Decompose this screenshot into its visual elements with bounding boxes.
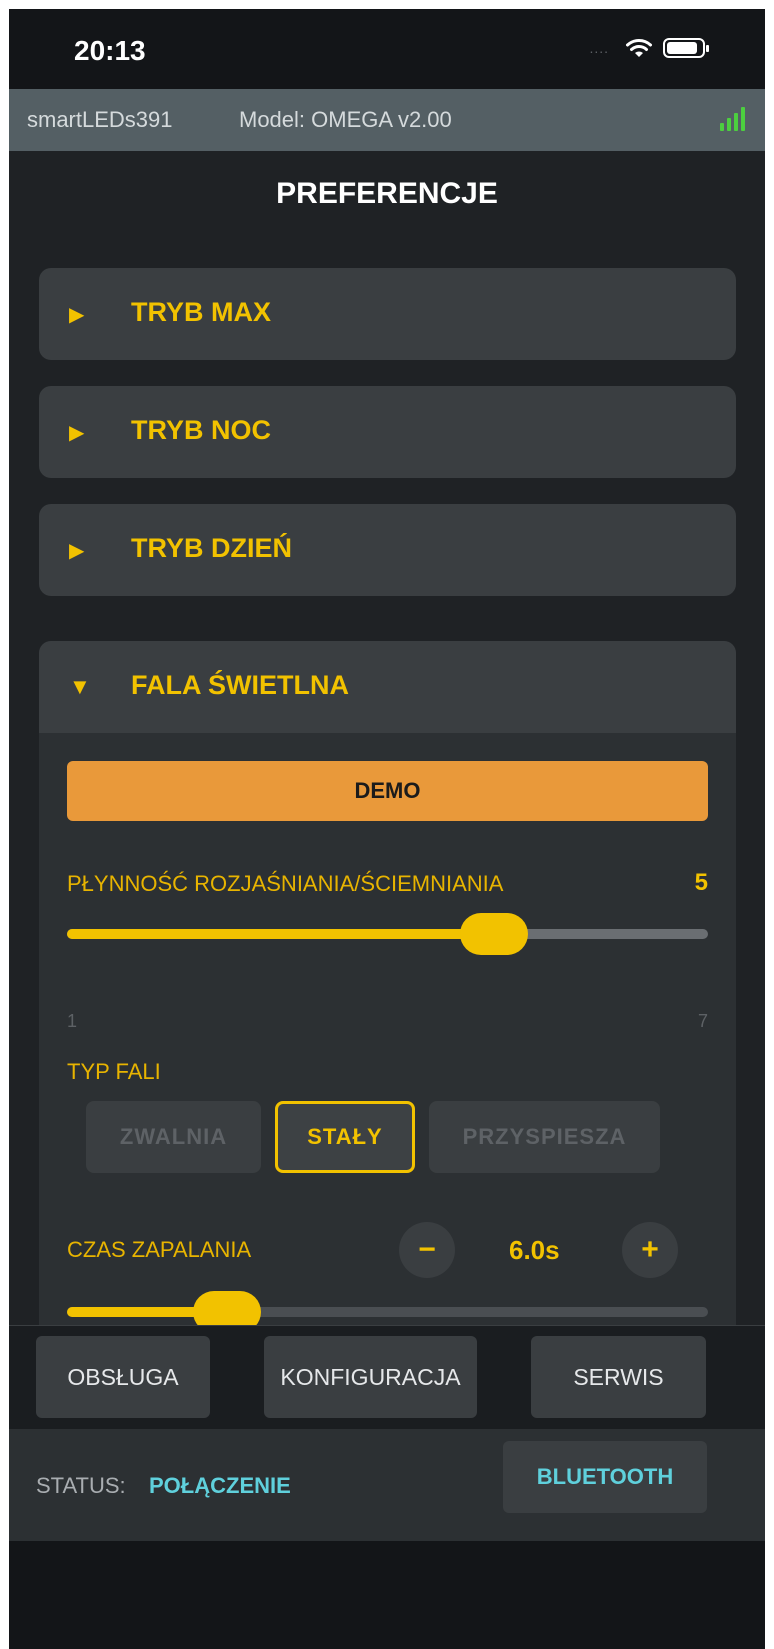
clock: 20:13	[74, 35, 146, 66]
nav-konfiguracja-button[interactable]: KONFIGURACJA	[264, 1336, 477, 1418]
bluetooth-button[interactable]: BLUETOOTH	[503, 1441, 707, 1513]
app-screen: 20:13 .... smartLEDs391 Model: OMEGA v2.…	[9, 9, 765, 1649]
page-title: PREFERENCJE	[276, 177, 498, 210]
expand-arrow-icon: ▶	[69, 304, 85, 326]
signal-bars-icon	[720, 107, 745, 131]
slider-min-label: 1	[67, 1011, 78, 1031]
wave-type-label: TYP FALI	[67, 1059, 161, 1084]
device-name: smartLEDs391	[27, 107, 173, 132]
wifi-icon	[626, 39, 652, 57]
device-model: Model: OMEGA v2.00	[239, 107, 452, 132]
cellular-dots: ....	[589, 40, 609, 56]
status-value: POŁĄCZENIE	[149, 1473, 291, 1498]
section-label: TRYB MAX	[131, 297, 271, 327]
status-icons: ....	[589, 37, 709, 59]
nav-serwis-button[interactable]: SERWIS	[531, 1336, 706, 1418]
section-header[interactable]: ▼ FALA ŚWIETLNA	[39, 641, 736, 733]
on-time-value: 6.0s	[509, 1235, 560, 1265]
decrease-button[interactable]: −	[399, 1222, 455, 1278]
section-label: TRYB NOC	[131, 415, 271, 445]
home-indicator-area	[9, 1541, 765, 1649]
section-fala-swietlna: ▼ FALA ŚWIETLNA DEMO PŁYNNOŚĆ ROZJAŚNIAN…	[39, 641, 736, 1361]
wave-option-przyspiesza[interactable]: PRZYSPIESZA	[429, 1101, 660, 1173]
smoothness-label: PŁYNNOŚĆ ROZJAŚNIANIA/ŚCIEMNIANIA	[67, 871, 504, 896]
section-tryb-max[interactable]: ▶ TRYB MAX	[39, 268, 736, 360]
section-label: TRYB DZIEŃ	[131, 533, 292, 563]
connection-status-bar: STATUS: POŁĄCZENIE BLUETOOTH	[9, 1429, 765, 1541]
slider-fill	[67, 929, 495, 939]
collapse-arrow-icon: ▼	[69, 674, 91, 699]
slider-thumb[interactable]	[460, 913, 529, 955]
battery-icon	[663, 38, 709, 58]
ios-status-bar: 20:13 ....	[9, 9, 765, 89]
increase-button[interactable]: +	[622, 1222, 678, 1278]
bottom-nav: OBSŁUGA KONFIGURACJA SERWIS	[9, 1325, 765, 1429]
wave-option-zwalnia[interactable]: ZWALNIA	[86, 1101, 261, 1173]
expand-arrow-icon: ▶	[69, 540, 85, 562]
on-time-label: CZAS ZAPALANIA	[67, 1237, 252, 1262]
slider-max-label: 7	[697, 1011, 708, 1031]
demo-button[interactable]: DEMO	[67, 761, 708, 821]
section-tryb-dzien[interactable]: ▶ TRYB DZIEŃ	[39, 504, 736, 596]
section-label: FALA ŚWIETLNA	[131, 670, 349, 700]
status-label: STATUS:	[36, 1473, 126, 1498]
nav-obsluga-button[interactable]: OBSŁUGA	[36, 1336, 210, 1418]
device-info-bar: smartLEDs391 Model: OMEGA v2.00	[9, 89, 765, 151]
expand-arrow-icon: ▶	[69, 422, 85, 444]
smoothness-value: 5	[694, 869, 708, 896]
section-tryb-noc[interactable]: ▶ TRYB NOC	[39, 386, 736, 478]
wave-option-staly[interactable]: STAŁY	[275, 1101, 415, 1173]
